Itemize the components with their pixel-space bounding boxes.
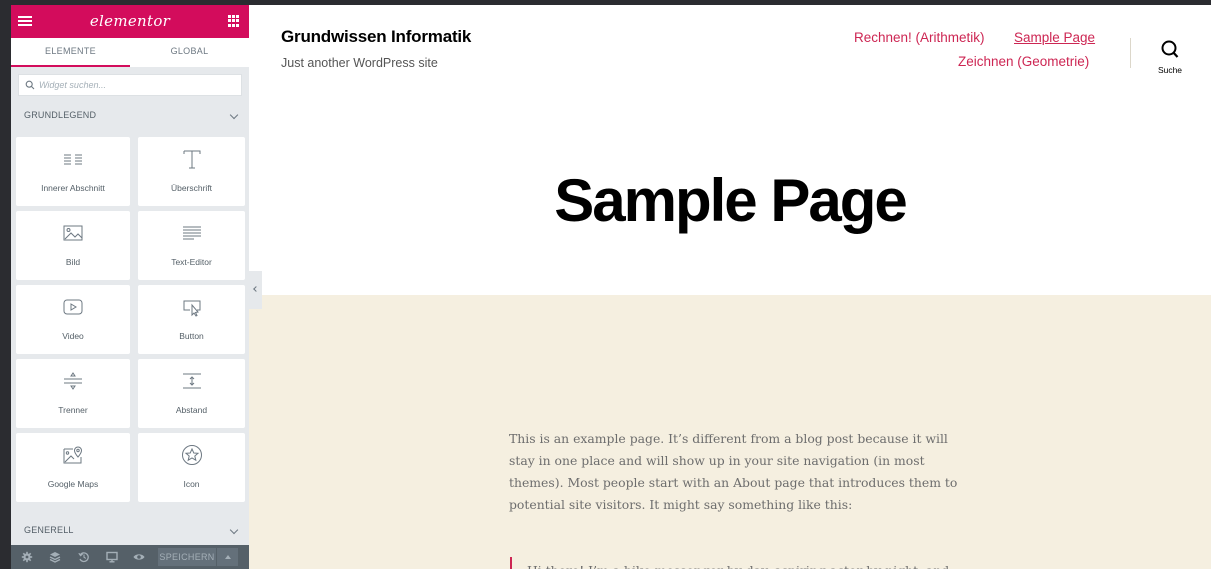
save-button[interactable]: SPEICHERN <box>158 548 216 566</box>
elementor-logo: elementor <box>89 12 171 30</box>
page-title: Sample Page <box>554 167 908 234</box>
category-basic-label: GRUNDLEGEND <box>24 110 97 120</box>
site-description: Just another WordPress site <box>281 56 438 70</box>
page-preview: Grundwissen Informatik Just another Word… <box>249 5 1211 569</box>
blockquote-border <box>510 557 512 569</box>
panel-header: elementor <box>11 5 249 38</box>
widget-search <box>18 74 242 96</box>
search-label: Suche <box>1157 65 1183 75</box>
history-icon[interactable] <box>78 551 90 563</box>
divider-icon <box>64 372 82 390</box>
widget-icon[interactable]: Icon <box>138 433 245 502</box>
widget-label: Trenner <box>58 405 88 415</box>
widget-label: Innerer Abschnitt <box>41 183 105 193</box>
widgets-grid-icon[interactable] <box>228 15 240 27</box>
save-options-button[interactable] <box>217 548 238 566</box>
widget-inner-section[interactable]: Innerer Abschnitt <box>16 137 130 206</box>
nav-link-arithmetik[interactable]: Rechnen! (Arithmetik) <box>854 30 985 45</box>
responsive-icon[interactable] <box>106 551 118 563</box>
header-divider <box>1130 38 1131 68</box>
heading-icon <box>183 150 200 169</box>
collapse-panel-button[interactable] <box>249 271 262 309</box>
widget-label: Text-Editor <box>171 257 212 267</box>
tab-elements[interactable]: ELEMENTE <box>11 38 130 67</box>
category-general-header[interactable]: GENERELL <box>11 517 249 543</box>
widget-grid: Innerer Abschnitt Überschrift Bild Text-… <box>16 137 248 502</box>
widget-image[interactable]: Bild <box>16 211 130 280</box>
video-icon <box>63 299 83 315</box>
nav-link-geometrie[interactable]: Zeichnen (Geometrie) <box>958 54 1089 69</box>
chevron-down-icon <box>229 525 239 535</box>
spacer-icon <box>182 373 201 389</box>
page-paragraph: This is an example page. It’s different … <box>509 431 958 512</box>
widget-text-editor[interactable]: Text-Editor <box>138 211 245 280</box>
chevron-left-icon <box>253 286 259 292</box>
search-icon <box>25 80 35 90</box>
widget-label: Icon <box>183 479 200 489</box>
panel-footer: SPEICHERN <box>11 545 249 569</box>
tab-global[interactable]: GLOBAL <box>130 38 249 67</box>
settings-icon[interactable] <box>21 551 33 563</box>
nav-link-sample-page[interactable]: Sample Page <box>1014 30 1095 45</box>
widget-label: Button <box>179 331 204 341</box>
category-general-label: GENERELL <box>24 525 74 535</box>
navigator-icon[interactable] <box>49 551 61 563</box>
category-basic-header[interactable]: GRUNDLEGEND <box>11 102 249 128</box>
widget-button[interactable]: Button <box>138 285 245 354</box>
panel-tabs: ELEMENTE GLOBAL <box>11 38 249 67</box>
widget-label: Bild <box>65 257 81 267</box>
widget-divider[interactable]: Trenner <box>16 359 130 428</box>
chevron-down-icon <box>229 110 239 120</box>
search-toggle-button[interactable]: Suche <box>1152 37 1188 79</box>
widget-search-input[interactable] <box>39 78 239 92</box>
widget-video[interactable]: Video <box>16 285 130 354</box>
star-icon <box>181 445 202 465</box>
site-title[interactable]: Grundwissen Informatik <box>281 27 471 47</box>
elementor-panel: elementor ELEMENTE GLOBAL GRUNDLEGEND In… <box>11 5 249 569</box>
chevron-up-icon <box>225 555 231 559</box>
widget-label: Abstand <box>175 405 208 415</box>
widget-label: Überschrift <box>170 183 213 193</box>
image-icon <box>63 225 83 241</box>
widget-spacer[interactable]: Abstand <box>138 359 245 428</box>
button-icon <box>183 300 200 317</box>
blockquote-text: Hi there! I’m a bike messenger by day, a… <box>527 560 957 569</box>
widget-google-maps[interactable]: Google Maps <box>16 433 130 502</box>
google-maps-icon <box>63 446 83 464</box>
preview-eye-icon[interactable] <box>133 551 145 563</box>
widget-heading[interactable]: Überschrift <box>138 137 245 206</box>
widget-label: Google Maps <box>47 479 99 489</box>
search-icon <box>1161 40 1179 58</box>
widget-label: Video <box>62 331 84 341</box>
inner-section-icon <box>64 154 82 165</box>
text-editor-icon <box>182 226 201 240</box>
